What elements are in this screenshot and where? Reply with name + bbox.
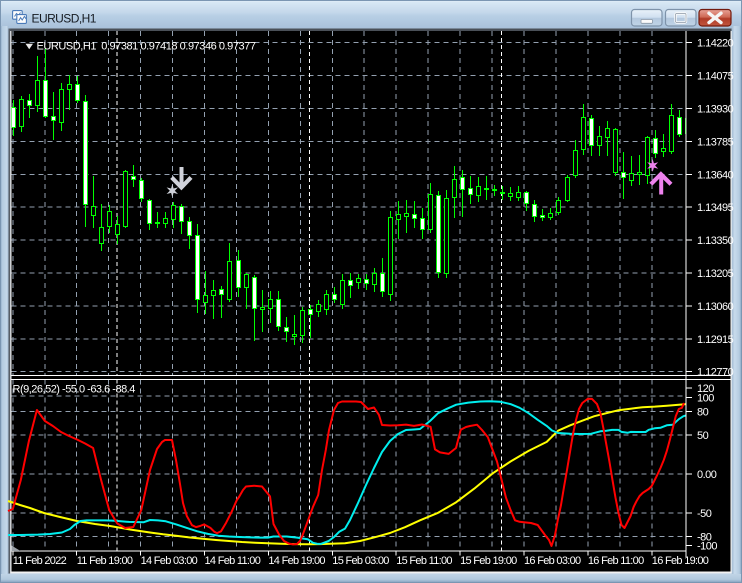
svg-text:14 Feb 19:00: 14 Feb 19:00 [268, 555, 325, 567]
svg-text:14 Feb 03:00: 14 Feb 03:00 [141, 555, 198, 567]
svg-text:11 Feb 2022: 11 Feb 2022 [13, 555, 67, 567]
svg-text:16 Feb 11:00: 16 Feb 11:00 [588, 555, 644, 567]
svg-text:1.13060: 1.13060 [697, 301, 734, 313]
svg-text:1.13350: 1.13350 [697, 235, 734, 247]
svg-text:-100: -100 [697, 541, 717, 553]
svg-text:15 Feb 11:00: 15 Feb 11:00 [396, 555, 452, 567]
svg-text:1.13785: 1.13785 [697, 136, 734, 148]
svg-text:EURUSD,H1 0.97381 0.97418 0.9: EURUSD,H1 0.97381 0.97418 0.97346 0.9737… [37, 41, 256, 53]
svg-text:15 Feb 19:00: 15 Feb 19:00 [460, 555, 517, 567]
svg-text:11 Feb 19:00: 11 Feb 19:00 [77, 555, 133, 567]
svg-text:1.13640: 1.13640 [697, 169, 734, 181]
svg-text:100: 100 [697, 393, 714, 405]
svg-text:14 Feb 11:00: 14 Feb 11:00 [205, 555, 261, 567]
svg-text:1.13495: 1.13495 [697, 202, 734, 214]
svg-text:-50: -50 [697, 508, 712, 520]
svg-text:EURUSD,H1: EURUSD,H1 [32, 11, 97, 25]
svg-text:0.00: 0.00 [697, 469, 717, 481]
svg-text:15 Feb 03:00: 15 Feb 03:00 [332, 555, 389, 567]
svg-text:1.12915: 1.12915 [697, 334, 734, 346]
svg-text:1.14220: 1.14220 [697, 38, 734, 50]
svg-text:1.13205: 1.13205 [697, 268, 734, 280]
svg-text:R(9,26,52) -55.0 -63.6 -88.4: R(9,26,52) -55.0 -63.6 -88.4 [13, 384, 136, 396]
svg-text:50: 50 [697, 430, 709, 442]
svg-text:16 Feb 03:00: 16 Feb 03:00 [524, 555, 581, 567]
svg-text:80: 80 [697, 407, 709, 419]
svg-text:1.13930: 1.13930 [697, 104, 734, 116]
svg-text:16 Feb 19:00: 16 Feb 19:00 [652, 555, 709, 567]
svg-text:1.12770: 1.12770 [697, 367, 734, 379]
svg-text:1.14075: 1.14075 [697, 71, 734, 83]
